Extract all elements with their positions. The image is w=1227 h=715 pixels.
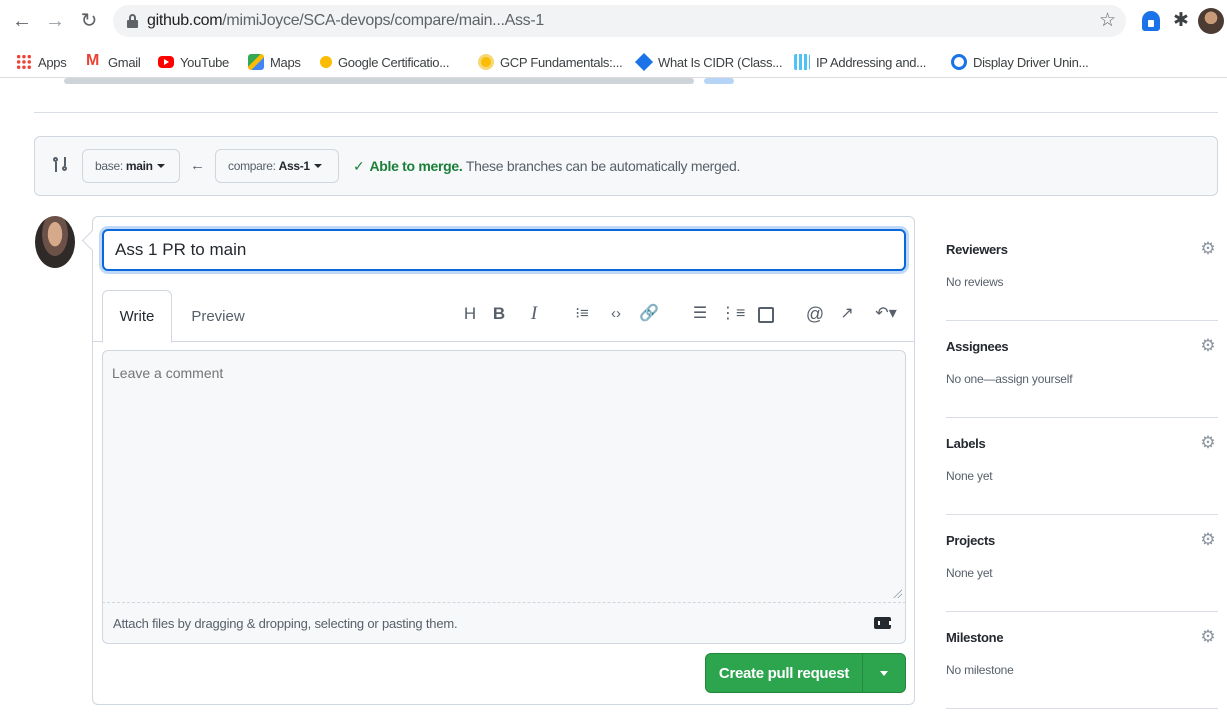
bookmark-maps[interactable]: Maps [248, 53, 301, 71]
quote-icon[interactable]: ⁝≡ [571, 303, 593, 325]
lock-icon [127, 14, 138, 28]
saved-replies-icon[interactable]: ↶▾ [870, 303, 902, 325]
base-branch-select[interactable]: base: main [82, 149, 180, 183]
bookmark-ip-addressing[interactable]: IP Addressing and... [794, 53, 926, 71]
bookmark-apps[interactable]: Apps [16, 53, 67, 71]
compare-branch-select[interactable]: compare: Ass-1 [215, 149, 339, 183]
comment-textarea[interactable] [102, 350, 906, 602]
create-pr-options-dropdown[interactable] [863, 654, 905, 692]
task-list-icon[interactable] [754, 303, 776, 325]
markdown-icon[interactable] [874, 617, 891, 629]
bookmark-star-icon[interactable]: ☆ [1099, 9, 1116, 32]
sidebar-value: None yet [946, 566, 993, 580]
ordered-list-icon[interactable]: ⋮≡ [720, 303, 745, 325]
gcp-icon [478, 54, 494, 70]
pull-request-form: Write Preview H B I ⁝≡ ‹› 🔗 ☰ ⋮≡ @ ↗ ↶▾ … [92, 216, 915, 705]
italic-icon[interactable]: I [523, 303, 545, 325]
sidebar-title[interactable]: Milestone [946, 630, 1004, 645]
gear-icon[interactable]: ⚙ [1200, 240, 1216, 257]
gear-icon[interactable]: ⚙ [1200, 628, 1216, 645]
heading-icon[interactable]: H [459, 303, 481, 325]
sidebar-title[interactable]: Reviewers [946, 242, 1008, 257]
sidebar-milestone: Milestone No milestone ⚙ [946, 612, 1218, 709]
merge-status: ✓ Able to merge. These branches can be au… [353, 158, 741, 174]
apps-grid-icon [16, 54, 32, 70]
bookmark-ddu[interactable]: Display Driver Unin... [951, 53, 1089, 71]
create-pull-request-button[interactable]: Create pull request [706, 654, 863, 692]
gear-icon[interactable]: ⚙ [1200, 531, 1216, 548]
sidebar-title[interactable]: Projects [946, 533, 995, 548]
sidebar-projects: Projects None yet ⚙ [946, 515, 1218, 612]
tab-preview[interactable]: Preview [181, 290, 255, 342]
extensions-puzzle-icon[interactable]: ✱ [1170, 10, 1192, 32]
link-icon[interactable]: 🔗 [638, 303, 660, 325]
sidebar-labels: Labels None yet ⚙ [946, 418, 1218, 515]
youtube-icon [158, 56, 174, 68]
gear-icon[interactable]: ⚙ [1200, 337, 1216, 354]
code-icon[interactable]: ‹› [605, 303, 627, 325]
create-pull-request-button-group: Create pull request [705, 653, 906, 693]
file-attach-bar[interactable]: Attach files by dragging & dropping, sel… [102, 602, 906, 644]
branch-compare-bar: base: main ← compare: Ass-1 ✓ Able to merge… [34, 136, 1218, 196]
pr-sidebar: Reviewers No reviews ⚙ Assignees No one—… [946, 224, 1218, 715]
bookmark-youtube[interactable]: YouTube [158, 53, 229, 71]
sidebar-value[interactable]: No one—assign yourself [946, 372, 1073, 386]
maps-icon [248, 54, 264, 70]
browser-toolbar: ← → ↻ github.com/mimiJoyce/SCA-devops/co… [0, 0, 1227, 44]
sidebar-assignees: Assignees No one—assign yourself ⚙ [946, 321, 1218, 418]
user-avatar[interactable] [35, 216, 75, 268]
bookmark-google-cert[interactable]: Google Certificatio... [320, 53, 449, 71]
reload-icon[interactable]: ↻ [77, 9, 101, 33]
sidebar-value: None yet [946, 469, 993, 483]
caret-down-icon [156, 164, 165, 168]
sidebar-title[interactable]: Labels [946, 436, 986, 451]
truncated-text-line [34, 78, 1218, 92]
sidebar-reviewers: Reviewers No reviews ⚙ [946, 224, 1218, 321]
tab-write[interactable]: Write [102, 290, 172, 343]
bookmark-gmail[interactable]: Gmail [86, 52, 141, 71]
check-icon: ✓ [353, 158, 365, 174]
url-text: github.com/mimiJoyce/SCA-devops/compare/… [147, 12, 545, 29]
bookmark-cidr[interactable]: What Is CIDR (Class... [634, 52, 782, 72]
back-arrow-icon[interactable]: ← [10, 9, 34, 33]
bookmarks-bar: Apps Gmail YouTube Maps Google Certifica… [0, 44, 1227, 78]
sidebar-title[interactable]: Assignees [946, 339, 1009, 354]
pr-title-input[interactable] [102, 229, 906, 271]
divider [34, 112, 1218, 113]
bold-icon[interactable]: B [488, 303, 510, 325]
sidebar-value: No reviews [946, 275, 1004, 289]
ddu-icon [951, 54, 967, 70]
cross-reference-icon[interactable]: ↗ [836, 303, 858, 325]
profile-avatar[interactable] [1198, 8, 1224, 34]
gear-icon[interactable]: ⚙ [1200, 434, 1216, 451]
compare-arrows-icon[interactable] [51, 155, 71, 175]
resize-handle-icon[interactable] [892, 588, 902, 598]
gmail-icon [86, 52, 102, 70]
caret-down-icon [313, 164, 322, 168]
ip-addressing-icon [794, 54, 810, 70]
left-arrow-icon: ← [190, 157, 205, 174]
caret-down-icon [880, 670, 888, 676]
address-bar[interactable]: github.com/mimiJoyce/SCA-devops/compare/… [113, 5, 1126, 37]
google-cert-icon [320, 56, 332, 68]
extension-icon[interactable] [1140, 10, 1162, 32]
bookmark-gcp[interactable]: GCP Fundamentals:... [478, 53, 623, 71]
mention-icon[interactable]: @ [804, 303, 826, 325]
sidebar-value: No milestone [946, 663, 1014, 677]
unordered-list-icon[interactable]: ☰ [689, 303, 711, 325]
cidr-icon [634, 52, 654, 72]
forward-arrow-icon[interactable]: → [43, 9, 67, 33]
attach-files-text: Attach files by dragging & dropping, sel… [113, 616, 458, 631]
